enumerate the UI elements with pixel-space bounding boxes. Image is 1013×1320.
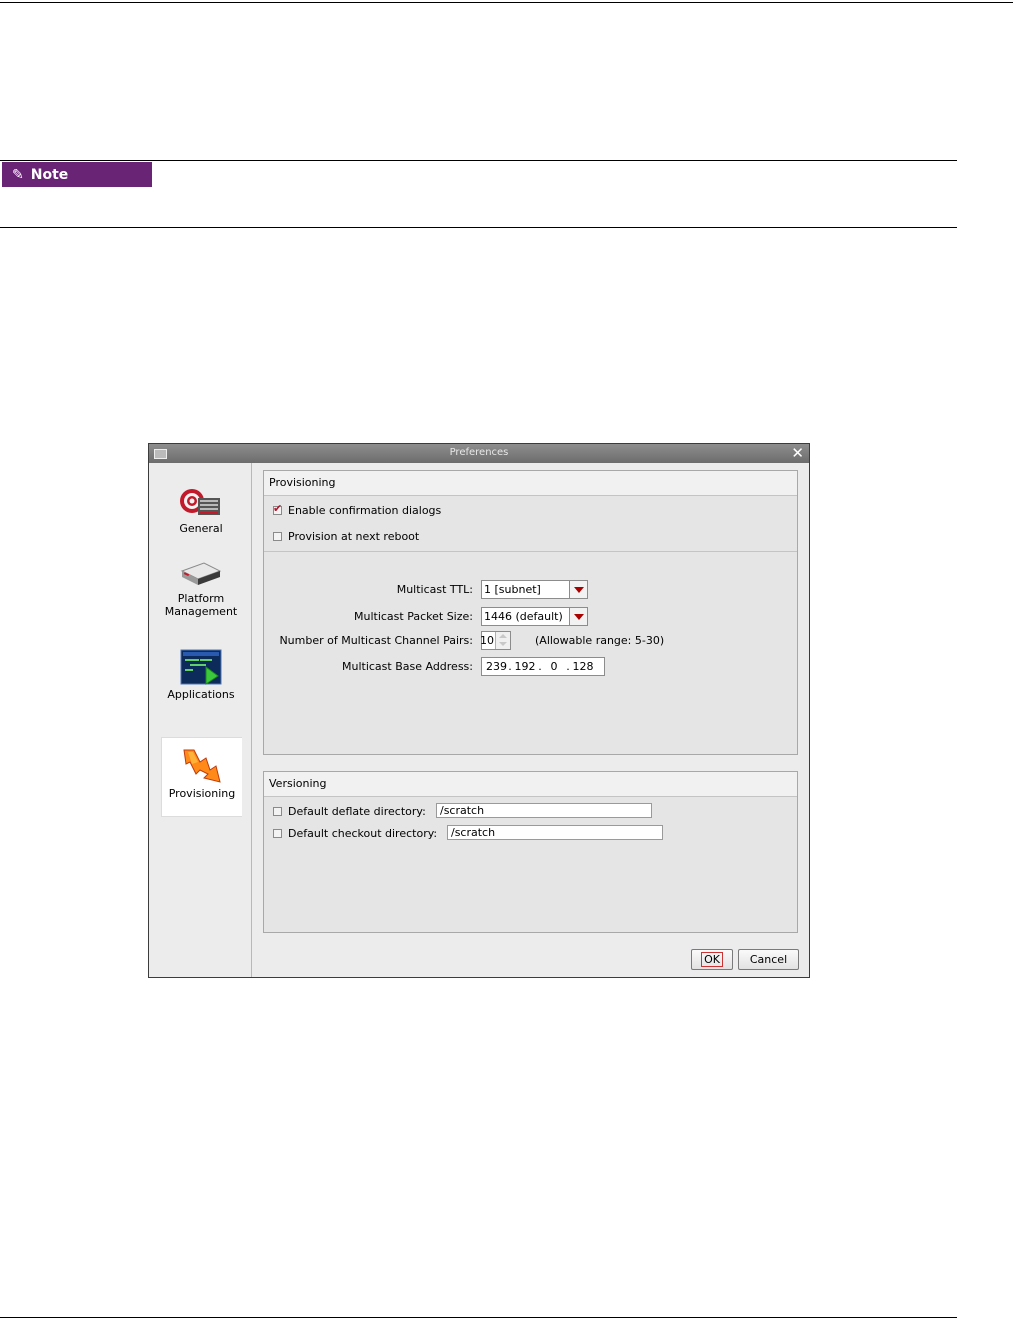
sidebar-item-label: General bbox=[179, 522, 223, 535]
packet-size-value: 1446 (default) bbox=[484, 610, 563, 623]
channel-pairs-value: 10 bbox=[480, 634, 494, 647]
ip-dot: . bbox=[566, 660, 570, 673]
sidebar-item-label-line1: Platform bbox=[177, 592, 225, 605]
applications-terminal-icon bbox=[180, 649, 222, 685]
chevron-down-icon[interactable] bbox=[569, 608, 587, 625]
deflate-dir-checkbox[interactable] bbox=[273, 807, 282, 816]
enable-confirmation-row[interactable]: Enable confirmation dialogs bbox=[273, 502, 442, 517]
deflate-dir-label: Default deflate directory: bbox=[288, 805, 426, 818]
deflate-dir-row[interactable]: Default deflate directory: bbox=[273, 805, 426, 818]
checkout-dir-input[interactable]: /scratch bbox=[447, 825, 663, 840]
pencil-icon: ✎ bbox=[12, 166, 24, 183]
ip-octet-2[interactable]: 192 bbox=[514, 658, 536, 675]
ip-octet-1[interactable]: 239 bbox=[486, 658, 507, 675]
sidebar-item-general[interactable]: General bbox=[161, 487, 241, 545]
checkout-dir-label: Default checkout directory: bbox=[288, 827, 438, 840]
ip-octet-4[interactable]: 128 bbox=[572, 658, 594, 675]
ok-button[interactable]: OK bbox=[691, 949, 733, 970]
checkout-dir-row[interactable]: Default checkout directory: bbox=[273, 827, 437, 840]
close-icon[interactable]: ✕ bbox=[791, 444, 804, 463]
dialog-titlebar[interactable]: Preferences ✕ bbox=[149, 444, 809, 463]
packet-size-label: Multicast Packet Size: bbox=[354, 610, 473, 623]
cancel-button[interactable]: Cancel bbox=[738, 949, 799, 970]
sidebar-item-platform-management[interactable]: Platform Management bbox=[161, 559, 241, 631]
deflate-dir-input[interactable]: /scratch bbox=[436, 803, 652, 818]
note-top-rule bbox=[0, 160, 957, 161]
footer-rule bbox=[0, 1317, 957, 1318]
sidebar-item-label-line2: Management bbox=[164, 605, 238, 618]
general-settings-icon bbox=[180, 489, 220, 515]
note-badge: ✎ Note bbox=[2, 162, 152, 187]
top-rule bbox=[0, 2, 1013, 3]
multicast-ttl-label: Multicast TTL: bbox=[396, 583, 473, 596]
versioning-panel: Versioning Default deflate directory: /s… bbox=[263, 771, 798, 933]
provisioning-header: Provisioning bbox=[264, 471, 797, 496]
dialog-title: Preferences bbox=[449, 447, 509, 458]
ip-dot: . bbox=[538, 660, 542, 673]
provision-reboot-label: Provision at next reboot bbox=[288, 530, 420, 543]
sidebar-item-applications[interactable]: Applications bbox=[161, 649, 241, 707]
provisioning-separator bbox=[264, 551, 797, 552]
enable-confirmation-checkbox[interactable] bbox=[273, 502, 282, 515]
multicast-ttl-value: 1 [subnet] bbox=[484, 583, 541, 596]
checkout-dir-checkbox[interactable] bbox=[273, 829, 282, 838]
packet-size-select[interactable]: 1446 (default) bbox=[481, 607, 588, 626]
ip-dot: . bbox=[508, 660, 512, 673]
versioning-header: Versioning bbox=[264, 772, 797, 797]
ok-button-label: OK bbox=[701, 952, 723, 967]
sidebar-item-label: Applications bbox=[167, 688, 235, 701]
provision-reboot-checkbox[interactable] bbox=[273, 532, 282, 541]
note-label: Note bbox=[30, 166, 69, 183]
note-bottom-rule bbox=[0, 227, 957, 228]
preferences-sidebar: General Platform Management Applications… bbox=[149, 463, 252, 977]
platform-hardware-icon bbox=[180, 562, 222, 585]
spinner-arrows-icon[interactable] bbox=[495, 632, 510, 649]
enable-confirmation-label: Enable confirmation dialogs bbox=[288, 504, 442, 517]
preferences-dialog: Preferences ✕ General Platform Managemen… bbox=[148, 443, 810, 978]
sidebar-item-provisioning[interactable]: Provisioning bbox=[161, 737, 242, 817]
sidebar-item-label: Provisioning bbox=[168, 787, 236, 800]
ip-octet-3[interactable]: 0 bbox=[544, 658, 564, 675]
multicast-ttl-select[interactable]: 1 [subnet] bbox=[481, 580, 588, 599]
provision-reboot-row[interactable]: Provision at next reboot bbox=[273, 530, 419, 543]
provisioning-arrow-icon bbox=[183, 749, 221, 783]
chevron-down-icon[interactable] bbox=[569, 581, 587, 598]
base-address-field[interactable]: 239 . 192 . 0 . 128 bbox=[481, 657, 605, 676]
channel-pairs-label: Number of Multicast Channel Pairs: bbox=[279, 634, 473, 647]
base-address-label: Multicast Base Address: bbox=[341, 660, 473, 673]
channel-pairs-range-note: (Allowable range: 5-30) bbox=[535, 634, 665, 647]
channel-pairs-spinner[interactable]: 10 bbox=[480, 631, 511, 650]
provisioning-panel: Provisioning Enable confirmation dialogs… bbox=[263, 470, 798, 755]
